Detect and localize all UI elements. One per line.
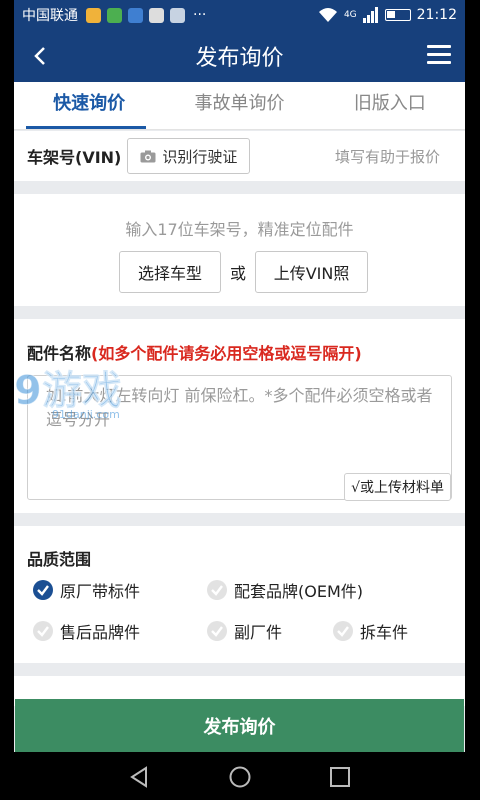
quality-option-secondary[interactable]: 副厂件 xyxy=(206,619,282,643)
signal-icon xyxy=(362,7,378,23)
wifi-icon xyxy=(318,8,337,22)
vin-input-area[interactable]: 输入17位车架号，精准定位配件 选择车型 或 上传VIN照 xyxy=(14,194,465,306)
quality-section: 品质范围 原厂带标件 配套品牌(OEM件) 售后品牌件 副厂件 拆车件 xyxy=(14,526,465,663)
checkmark-unchecked-icon xyxy=(333,621,353,641)
vin-row: 车架号(VIN) 识别行驶证 填写有助于报价 xyxy=(14,131,465,181)
quality-option-label: 售后品牌件 xyxy=(60,623,141,642)
app-screen: 中国联通 ··· 4G 21:12 发布询价 快速询价 事故单询价 旧版入口 车… xyxy=(14,0,465,800)
tab-quick-inquiry[interactable]: 快速询价 xyxy=(14,82,164,129)
checkmark-unchecked-icon xyxy=(207,580,227,600)
checkmark-checked-icon xyxy=(33,580,53,600)
quality-option-label: 原厂带标件 xyxy=(60,582,141,601)
parts-title-note: (如多个配件请务必用空格或逗号隔开) xyxy=(91,344,362,363)
select-model-button[interactable]: 选择车型 xyxy=(119,251,221,293)
nav-back-icon[interactable] xyxy=(128,766,150,788)
parts-title: 配件名称(如多个配件请务必用空格或逗号隔开) xyxy=(27,340,362,364)
parts-title-label: 配件名称 xyxy=(27,344,92,363)
status-bar: 中国联通 ··· 4G 21:12 xyxy=(14,0,465,30)
image-notification-icon xyxy=(170,7,185,23)
or-text: 或 xyxy=(230,264,247,283)
submit-inquiry-button[interactable]: 发布询价 xyxy=(15,699,464,752)
recognize-license-button[interactable]: 识别行驶证 xyxy=(127,138,251,174)
network-type: 4G xyxy=(343,10,357,20)
camera-icon xyxy=(140,150,156,162)
checkmark-unchecked-icon xyxy=(207,621,227,641)
app-notification-icon xyxy=(149,7,164,23)
parts-section: 配件名称(如多个配件请务必用空格或逗号隔开) 如:前大灯左转向灯 前保险杠。*多… xyxy=(14,319,465,513)
quality-option-label: 拆车件 xyxy=(360,623,409,642)
checkmark-unchecked-icon xyxy=(33,621,53,641)
hamburger-menu-icon[interactable] xyxy=(427,45,451,67)
quality-option-label: 配套品牌(OEM件) xyxy=(234,582,363,601)
app-notification-icon xyxy=(107,7,122,23)
battery-icon xyxy=(384,9,411,21)
nav-home-icon[interactable] xyxy=(229,766,251,788)
quality-option-oem-brand[interactable]: 原厂带标件 xyxy=(32,578,140,602)
app-notification-icon xyxy=(128,7,143,23)
quality-option-label: 副厂件 xyxy=(234,623,283,642)
tab-bar: 快速询价 事故单询价 旧版入口 xyxy=(14,82,465,130)
carrier-name: 中国联通 xyxy=(22,8,78,24)
upload-vin-photo-button[interactable]: 上传VIN照 xyxy=(255,251,369,293)
vin-actions: 选择车型 或 上传VIN照 xyxy=(119,251,369,293)
vin-label: 车架号(VIN) xyxy=(27,148,122,167)
quality-option-oem[interactable]: 配套品牌(OEM件) xyxy=(206,578,363,602)
quality-option-salvage[interactable]: 拆车件 xyxy=(332,619,408,643)
app-header: 发布询价 xyxy=(14,30,465,82)
more-notifications: ··· xyxy=(193,7,207,23)
parts-textarea-placeholder: 如:前大灯左转向灯 前保险杠。*多个配件必须空格或者逗号分开 xyxy=(46,386,433,429)
vin-hint: 填写有助于报价 xyxy=(334,147,440,166)
upload-materials-button[interactable]: √或上传材料单 xyxy=(344,473,451,501)
nav-recents-icon[interactable] xyxy=(329,766,351,788)
tab-accident-inquiry[interactable]: 事故单询价 xyxy=(164,82,314,129)
system-nav-bar xyxy=(0,752,480,800)
tab-old-version[interactable]: 旧版入口 xyxy=(315,82,465,129)
chevron-left-icon[interactable] xyxy=(28,42,52,70)
recognize-license-label: 识别行驶证 xyxy=(162,147,238,166)
quality-title: 品质范围 xyxy=(27,550,92,569)
quality-option-aftermarket[interactable]: 售后品牌件 xyxy=(32,619,140,643)
clock: 21:12 xyxy=(416,7,457,23)
vin-input-placeholder: 输入17位车架号，精准定位配件 xyxy=(125,220,354,239)
app-notification-icon xyxy=(86,7,101,23)
page-title: 发布询价 xyxy=(195,46,284,71)
